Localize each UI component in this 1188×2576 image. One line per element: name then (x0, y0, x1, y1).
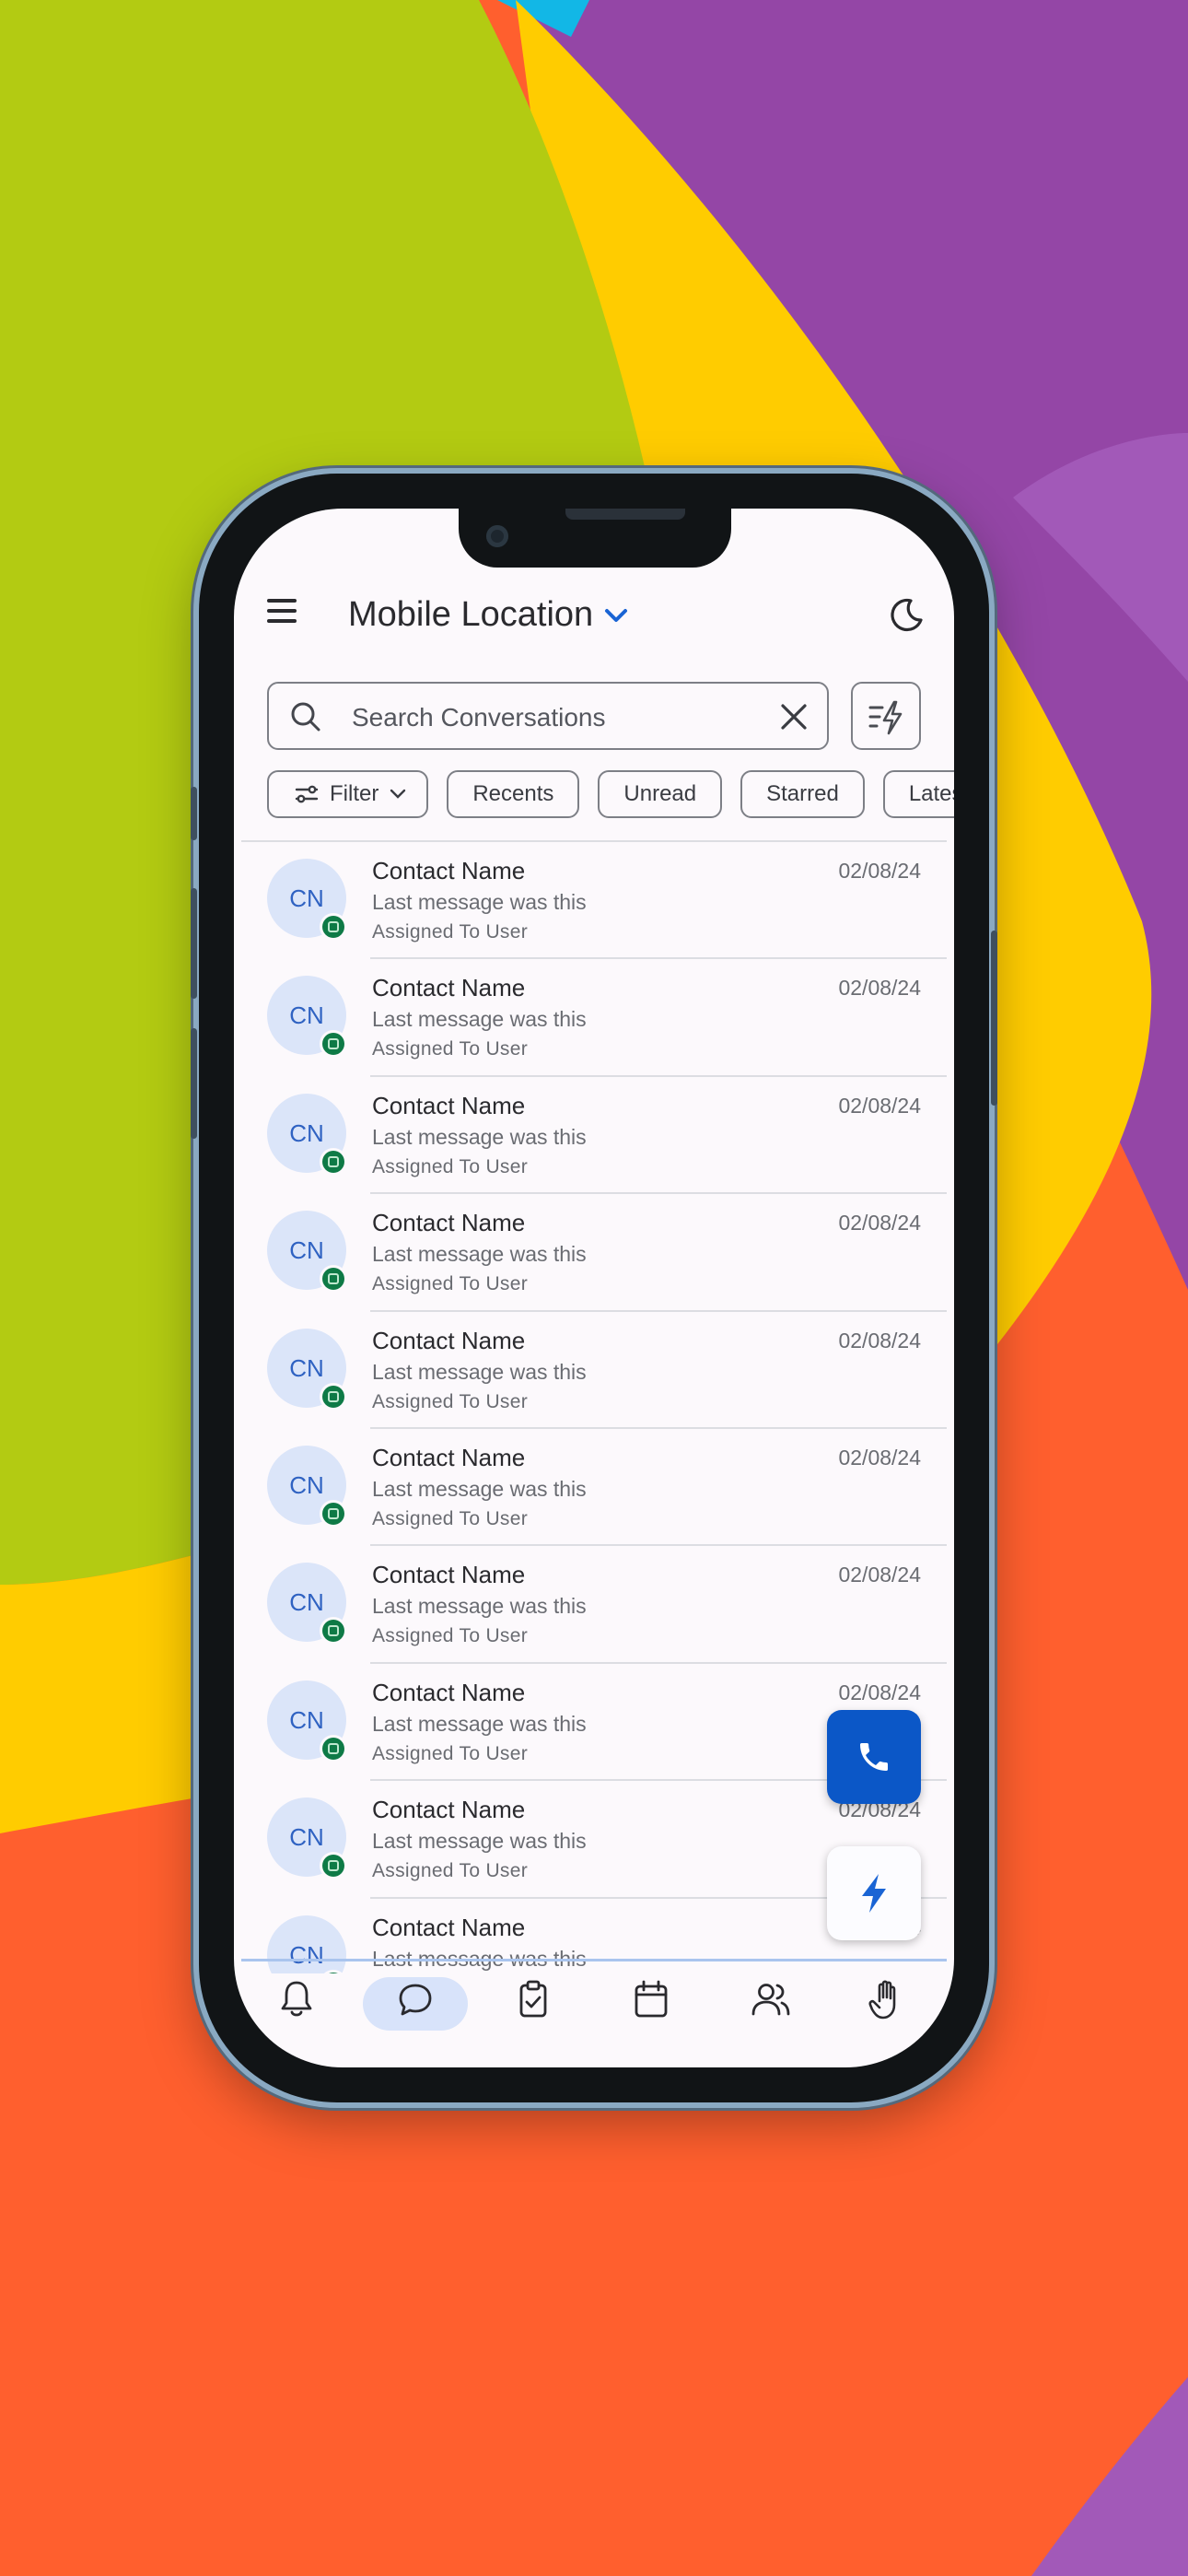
app-screen: Mobile Location Search Conversations Fil… (234, 509, 954, 2067)
chevron-down-icon (605, 608, 628, 622)
nav-opportunities[interactable] (834, 1964, 939, 2029)
bottom-nav-divider (241, 1959, 947, 1961)
last-message: Last message was this (372, 1476, 587, 1501)
contact-name: Contact Name (372, 1091, 526, 1119)
message-date: 02/08/24 (838, 1445, 921, 1469)
assigned-user: Assigned To User (372, 1742, 528, 1764)
contact-name: Contact Name (372, 1443, 526, 1471)
last-message: Last message was this (372, 1711, 587, 1736)
assigned-user: Assigned To User (372, 1625, 528, 1647)
phone-icon (860, 1743, 888, 1771)
contact-name: Contact Name (372, 1796, 526, 1824)
contact-name: Contact Name (372, 1326, 526, 1354)
quick-action-fab-button[interactable] (827, 1846, 921, 1940)
channel-badge-icon (322, 1737, 344, 1760)
chevron-down-icon (390, 789, 406, 799)
chat-bubble-icon (399, 1984, 432, 2016)
chip-starred[interactable]: Starred (740, 770, 865, 818)
message-date: 02/08/24 (838, 1680, 921, 1704)
conversation-row[interactable]: CNContact NameLast message was thisAssig… (234, 1429, 954, 1547)
phone-volume-up-button (191, 888, 197, 999)
search-icon (291, 702, 320, 732)
hand-icon (868, 1980, 896, 2020)
search-input[interactable] (350, 697, 750, 739)
chip-recents[interactable]: Recents (447, 770, 580, 818)
assigned-user: Assigned To User (372, 1860, 528, 1882)
nav-conversations[interactable] (363, 1964, 468, 2031)
contact-name: Contact Name (372, 1678, 526, 1706)
sliders-icon (295, 785, 319, 803)
channel-badge-icon (322, 1268, 344, 1291)
channel-badge-icon (322, 1502, 344, 1525)
filter-chip-label: Filter (330, 781, 379, 806)
last-message: Last message was this (372, 1242, 587, 1267)
earpiece-speaker (565, 509, 685, 520)
last-message: Last message was this (372, 1359, 587, 1384)
users-icon (751, 1984, 790, 2016)
moon-icon[interactable] (886, 595, 926, 636)
conversation-row[interactable]: CNContact NameLast message was thisAssig… (234, 842, 954, 960)
chip-latest[interactable]: Latest (882, 770, 954, 818)
assigned-user: Assigned To User (372, 1155, 528, 1177)
last-message: Last message was this (372, 1594, 587, 1619)
quick-filter-button[interactable] (851, 682, 921, 750)
channel-badge-icon (322, 1620, 344, 1643)
message-date: 02/08/24 (838, 1211, 921, 1235)
channel-badge-icon (322, 1855, 344, 1878)
close-icon[interactable] (775, 698, 812, 735)
channel-badge-icon (322, 1033, 344, 1056)
message-date: 02/08/24 (838, 1093, 921, 1118)
last-message: Last message was this (372, 1007, 587, 1032)
assigned-user: Assigned To User (372, 1390, 528, 1412)
conversation-row[interactable]: CNContact NameLast message was thisAssig… (234, 1312, 954, 1430)
page-title: Mobile Location (348, 595, 594, 634)
channel-badge-icon (322, 1385, 344, 1408)
contact-name: Contact Name (372, 857, 526, 884)
chip-unread[interactable]: Unread (598, 770, 723, 818)
nav-tasks[interactable] (481, 1964, 586, 2029)
message-date: 02/08/24 (838, 1328, 921, 1352)
conversation-row[interactable]: CNContact NameLast message was thisAssig… (234, 1194, 954, 1312)
conversation-row[interactable]: CNContact NameLast message was thisAssig… (234, 1546, 954, 1665)
nav-notifications[interactable] (244, 1964, 349, 2029)
contact-name: Contact Name (372, 1913, 526, 1941)
flash-icon (862, 1874, 886, 1913)
clipboard-check-icon (519, 1980, 547, 2018)
last-message: Last message was this (372, 1829, 587, 1854)
front-camera (486, 525, 508, 547)
last-message: Last message was this (372, 1124, 587, 1149)
hamburger-icon[interactable] (267, 599, 304, 630)
call-fab-button[interactable] (827, 1710, 921, 1804)
flash-filter-icon (868, 700, 903, 735)
message-date: 02/08/24 (838, 1563, 921, 1587)
phone-frame: Mobile Location Search Conversations Fil… (191, 474, 997, 2102)
contact-name: Contact Name (372, 1561, 526, 1589)
phone-volume-down-button (191, 1028, 197, 1139)
bell-icon (281, 1981, 312, 2017)
assigned-user: Assigned To User (372, 1273, 528, 1295)
contact-name: Contact Name (372, 974, 526, 1002)
nav-contacts[interactable] (716, 1964, 821, 2029)
search-bar (267, 682, 829, 750)
phone-action-button (191, 787, 197, 840)
channel-badge-icon (322, 1150, 344, 1173)
contact-name: Contact Name (372, 1209, 526, 1237)
last-message: Last message was this (372, 890, 587, 914)
nav-calendar[interactable] (599, 1964, 704, 2029)
app-header: Mobile Location (234, 573, 954, 665)
message-date: 02/08/24 (838, 859, 921, 883)
phone-power-button (991, 931, 997, 1106)
assigned-user: Assigned To User (372, 1507, 528, 1529)
location-switcher[interactable]: Mobile Location (348, 595, 628, 635)
assigned-user: Assigned To User (372, 1038, 528, 1060)
filter-chips: Filter Recents Unread Starred Latest (267, 770, 954, 822)
channel-badge-icon (322, 916, 344, 938)
message-date: 02/08/24 (838, 976, 921, 1001)
conversation-row[interactable]: CNContact NameLast message was thisAssig… (234, 959, 954, 1078)
filter-chip[interactable]: Filter (267, 770, 429, 818)
assigned-user: Assigned To User (372, 921, 528, 943)
bottom-navigation (234, 1964, 954, 2067)
conversation-row[interactable]: CNContact NameLast message was thisAssig… (234, 1077, 954, 1195)
calendar-icon (635, 1980, 668, 2018)
